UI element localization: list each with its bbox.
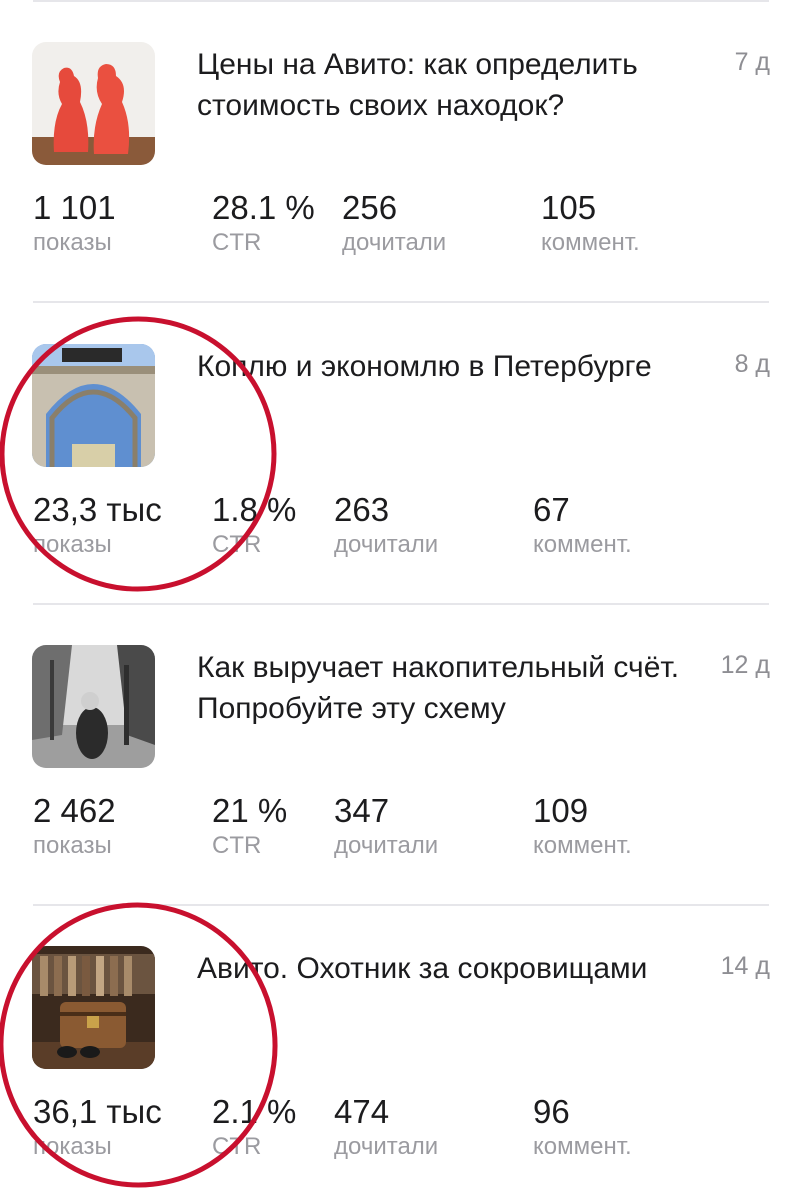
stat-label: коммент.: [533, 531, 632, 558]
stat-ctr: 28.1 % CTR: [212, 188, 315, 258]
stat-value: 23,3 тыс: [33, 491, 162, 528]
stat-comments: 67 коммент.: [533, 490, 632, 560]
stat-label: CTR: [212, 832, 262, 859]
stat-label: коммент.: [541, 229, 640, 256]
article-card[interactable]: Авито. Охотник за сокровищами 14 д 36,1 …: [0, 904, 802, 1204]
stat-views: 2 462 показы: [33, 791, 116, 861]
article-age: 14 д: [720, 952, 770, 980]
stat-value: 36,1 тыс: [33, 1093, 162, 1130]
stat-read: 256 дочитали: [342, 188, 446, 258]
article-age: 7 д: [734, 48, 770, 76]
stat-label: показы: [33, 1133, 112, 1160]
stat-read: 347 дочитали: [334, 791, 438, 861]
article-thumbnail[interactable]: [32, 946, 155, 1069]
stat-read: 263 дочитали: [334, 490, 438, 560]
article-card[interactable]: Как выручает накопительный счёт. Попробу…: [0, 603, 802, 903]
stat-label: дочитали: [334, 531, 439, 558]
stat-views: 23,3 тыс показы: [33, 490, 162, 560]
stat-value: 1.8 %: [212, 491, 297, 528]
article-title[interactable]: Коплю и экономлю в Петербурге: [197, 346, 697, 387]
stat-label: показы: [33, 832, 112, 859]
stat-label: CTR: [212, 229, 262, 256]
article-title[interactable]: Авито. Охотник за сокровищами: [197, 948, 697, 989]
stat-ctr: 1.8 % CTR: [212, 490, 296, 560]
article-title[interactable]: Цены на Авито: как определить стоимость …: [197, 44, 697, 126]
stat-value: 96: [533, 1093, 570, 1130]
stat-read: 474 дочитали: [334, 1092, 438, 1162]
stat-value: 28.1 %: [212, 189, 315, 226]
article-thumbnail[interactable]: [32, 344, 155, 467]
stat-views: 36,1 тыс показы: [33, 1092, 162, 1162]
article-age: 8 д: [734, 350, 770, 378]
stat-value: 2.1 %: [212, 1093, 297, 1130]
red-figurines-photo-icon: [32, 42, 155, 165]
stat-value: 2 462: [33, 792, 116, 829]
stat-value: 67: [533, 491, 570, 528]
stat-value: 474: [334, 1093, 390, 1130]
stat-value: 1 101: [33, 189, 116, 226]
stat-value: 347: [334, 792, 390, 829]
arch-photo-icon: [32, 344, 155, 467]
autumn-alley-photo-icon: [32, 645, 155, 768]
stat-comments: 96 коммент.: [533, 1092, 632, 1162]
article-thumbnail[interactable]: [32, 645, 155, 768]
stat-views: 1 101 показы: [33, 188, 116, 258]
stat-label: CTR: [212, 1133, 262, 1160]
stat-label: показы: [33, 531, 112, 558]
stat-value: 105: [541, 189, 597, 226]
stat-ctr: 21 % CTR: [212, 791, 287, 861]
stat-value: 256: [342, 189, 398, 226]
stat-comments: 105 коммент.: [541, 188, 640, 258]
article-title[interactable]: Как выручает накопительный счёт. Попробу…: [197, 647, 697, 729]
article-card[interactable]: Цены на Авито: как определить стоимость …: [0, 0, 802, 300]
stat-value: 21 %: [212, 792, 288, 829]
stat-label: дочитали: [334, 832, 439, 859]
article-thumbnail[interactable]: [32, 42, 155, 165]
stat-value: 263: [334, 491, 390, 528]
stat-value: 109: [533, 792, 589, 829]
article-age: 12 д: [720, 651, 770, 679]
stat-comments: 109 коммент.: [533, 791, 632, 861]
stat-label: коммент.: [533, 1133, 632, 1160]
stat-label: CTR: [212, 531, 262, 558]
treasure-chest-photo-icon: [32, 946, 155, 1069]
stat-ctr: 2.1 % CTR: [212, 1092, 296, 1162]
stat-label: дочитали: [342, 229, 447, 256]
stat-label: коммент.: [533, 832, 632, 859]
article-card[interactable]: Коплю и экономлю в Петербурге 8 д 23,3 т…: [0, 302, 802, 602]
stat-label: показы: [33, 229, 112, 256]
stat-label: дочитали: [334, 1133, 439, 1160]
